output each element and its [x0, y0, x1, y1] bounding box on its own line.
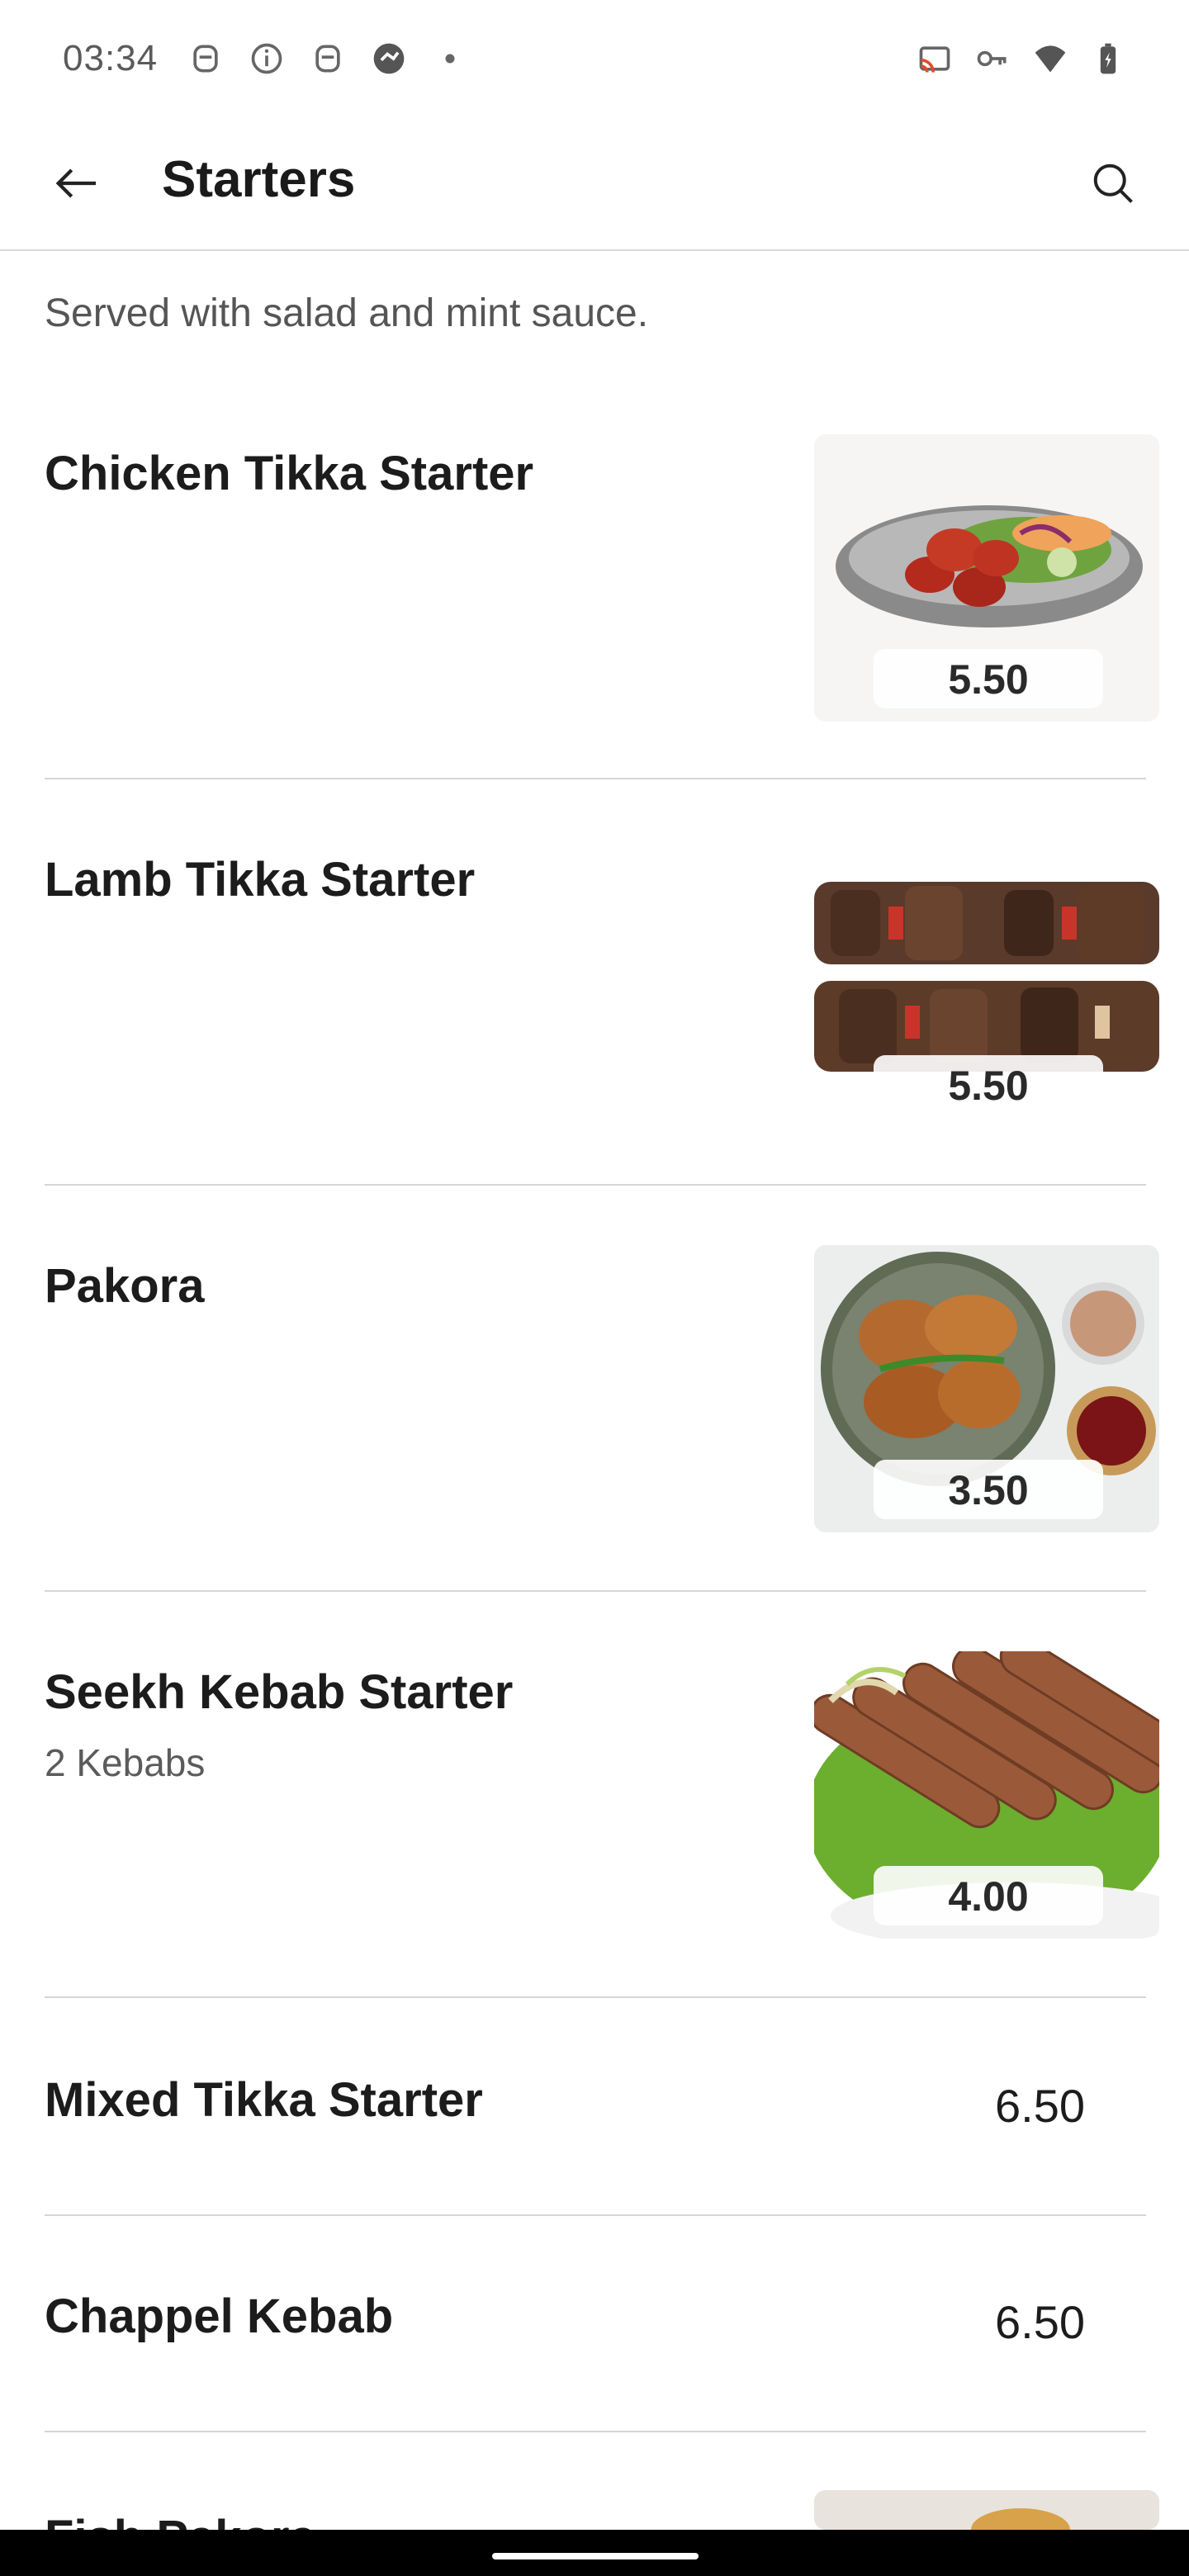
notification-icon	[187, 40, 224, 77]
item-image[interactable]: 5.50	[814, 841, 1159, 1128]
gesture-navigation-bar	[0, 2530, 1189, 2576]
app-bar: Starters	[0, 117, 1189, 251]
cast-icon	[917, 40, 953, 77]
status-icons-left	[187, 40, 468, 77]
item-name: Pakora	[45, 1259, 205, 1313]
divider	[45, 2431, 1146, 2432]
key-icon	[974, 40, 1011, 77]
fish-pakora-photo	[814, 2490, 1159, 2530]
divider	[45, 778, 1146, 779]
item-name: Chappel Kebab	[45, 2290, 394, 2343]
page-title: Starters	[162, 151, 356, 208]
item-image[interactable]: 5.50	[814, 434, 1159, 722]
price-badge: 5.50	[874, 1055, 1103, 1115]
arrow-left-icon	[55, 168, 96, 198]
item-name: Chicken Tikka Starter	[45, 447, 534, 500]
status-icons-right	[917, 40, 1126, 77]
item-image[interactable]: 3.50	[814, 1245, 1159, 1532]
divider	[45, 1590, 1146, 1592]
back-button[interactable]	[41, 149, 111, 218]
info-icon	[249, 40, 285, 77]
item-name: Mixed Tikka Starter	[45, 2073, 483, 2127]
home-gesture-handle[interactable]	[492, 2553, 699, 2559]
price-badge: 3.50	[874, 1460, 1103, 1519]
item-price: 6.50	[995, 2296, 1085, 2348]
search-icon	[1093, 163, 1133, 203]
notification-icon	[310, 40, 346, 77]
status-bar: 03:34	[0, 0, 1189, 117]
wifi-icon	[1032, 40, 1068, 77]
status-time: 03:34	[63, 38, 159, 78]
app-icon	[371, 40, 407, 77]
item-price: 6.50	[995, 2080, 1085, 2132]
divider	[45, 1996, 1146, 1998]
item-name: Lamb Tikka Starter	[45, 853, 476, 907]
item-image[interactable]	[814, 2490, 1159, 2530]
dot-icon	[432, 40, 468, 77]
item-description: 2 Kebabs	[45, 1741, 206, 1784]
item-name: Seekh Kebab Starter	[45, 1665, 514, 1719]
price-badge: 4.00	[874, 1866, 1103, 1925]
divider	[45, 1184, 1146, 1186]
section-subtitle: Served with salad and mint sauce.	[45, 291, 649, 335]
divider	[45, 2214, 1146, 2216]
search-button[interactable]	[1078, 149, 1148, 218]
item-image[interactable]: 4.00	[814, 1651, 1159, 1939]
battery-charging-icon	[1090, 40, 1126, 77]
price-badge: 5.50	[874, 649, 1103, 708]
